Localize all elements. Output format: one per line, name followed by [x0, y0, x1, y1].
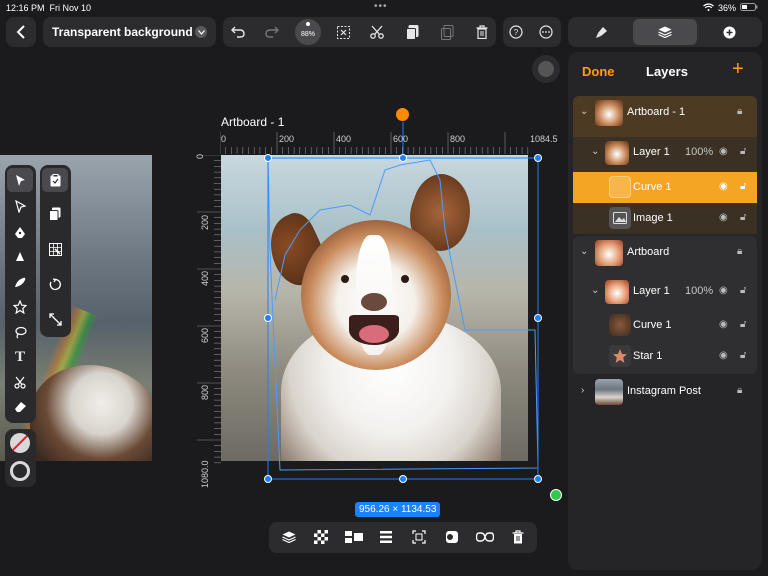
eye-icon[interactable]: ◉ — [719, 350, 728, 361]
done-button[interactable]: Done — [582, 64, 615, 79]
unlock-icon[interactable]: 🔓︎ — [740, 181, 746, 192]
eye-icon[interactable]: ◉ — [719, 319, 728, 330]
layer-row-artboard-1[interactable]: ⌄ Artboard - 1 🔒︎ — [573, 98, 757, 128]
layer-name: Layer 1 — [633, 146, 670, 158]
unlock-icon[interactable]: 🔓︎ — [740, 350, 746, 361]
rotate-handle[interactable] — [396, 108, 409, 121]
resize-handle-top-right[interactable] — [534, 154, 542, 162]
chevron-down-icon[interactable]: ⌄ — [591, 146, 599, 157]
layer-name: Star 1 — [633, 350, 663, 362]
distribute-icon[interactable] — [375, 526, 397, 548]
fit-frame-icon[interactable] — [408, 526, 430, 548]
layer-thumbnail — [609, 314, 631, 336]
layer-thumbnail — [595, 100, 623, 126]
layer-name: Image 1 — [633, 212, 673, 224]
eye-icon[interactable]: ◉ — [719, 285, 728, 296]
layer-row-instagram-post[interactable]: › Instagram Post 🔒︎ — [573, 377, 757, 407]
align-icon[interactable] — [343, 526, 365, 548]
link-icon[interactable] — [474, 526, 496, 548]
unlock-icon[interactable]: 🔓︎ — [740, 146, 746, 157]
layer-row-curve-1-selected[interactable]: Curve 1 ◉ 🔓︎ — [573, 172, 757, 203]
chevron-down-icon[interactable]: ⌄ — [580, 106, 588, 117]
layer-thumbnail — [605, 141, 629, 165]
lock-icon[interactable]: 🔒︎ — [737, 106, 742, 117]
layer-thumbnail — [595, 240, 623, 266]
layer-row-layer-1[interactable]: ⌄ Layer 1 100% ◉ 🔓︎ — [573, 138, 757, 168]
layer-row-layer-1-b[interactable]: ⌄ Layer 1 100% ◉ 🔓︎ — [573, 277, 757, 307]
layer-row-star-1[interactable]: Star 1 ◉ 🔓︎ — [573, 342, 757, 372]
resize-handle-bottom[interactable] — [399, 475, 407, 483]
layer-thumbnail — [609, 176, 631, 198]
image-icon — [613, 212, 627, 224]
layer-opacity[interactable]: 100% — [685, 285, 713, 297]
layer-thumbnail — [609, 207, 631, 229]
layer-opacity[interactable]: 100% — [685, 146, 713, 158]
unlock-icon[interactable]: 🔓︎ — [740, 212, 746, 223]
layer-row-image-1[interactable]: Image 1 ◉ 🔓︎ — [573, 204, 757, 234]
eye-icon[interactable]: ◉ — [719, 212, 728, 223]
layer-name: Artboard - 1 — [627, 106, 686, 118]
transparency-grid-icon[interactable] — [310, 526, 332, 548]
eye-icon[interactable]: ◉ — [719, 146, 728, 157]
mask-icon[interactable] — [441, 526, 463, 548]
layer-thumbnail — [605, 280, 629, 304]
lock-icon[interactable]: 🔒︎ — [737, 246, 742, 257]
unlock-icon[interactable]: 🔓︎ — [740, 319, 746, 330]
arrange-layers-icon[interactable] — [278, 526, 300, 548]
resize-handle-bottom-right[interactable] — [534, 475, 542, 483]
skew-handle[interactable] — [550, 489, 562, 501]
star-icon — [613, 349, 627, 363]
unlock-icon[interactable]: 🔓︎ — [740, 285, 746, 296]
context-toolbar — [269, 522, 537, 553]
delete-icon[interactable] — [507, 526, 529, 548]
layer-name: Instagram Post — [627, 385, 701, 397]
chevron-down-icon[interactable]: ⌄ — [580, 246, 588, 257]
layer-name: Curve 1 — [633, 181, 672, 193]
chevron-right-icon[interactable]: › — [581, 385, 584, 396]
add-layer-button[interactable]: + — [732, 58, 744, 81]
resize-handle-top[interactable] — [399, 154, 407, 162]
dimension-badge: 956.26 × 1134.53 — [355, 502, 441, 517]
curve-path[interactable] — [267, 157, 539, 471]
resize-handle-right[interactable] — [534, 314, 542, 322]
layer-name: Curve 1 — [633, 319, 672, 331]
selection-bounding-box — [267, 157, 539, 480]
panel-title: Layers — [646, 64, 688, 79]
lock-icon[interactable]: 🔒︎ — [737, 385, 742, 396]
eye-icon[interactable]: ◉ — [719, 181, 728, 192]
layer-name: Artboard — [627, 246, 670, 258]
resize-handle-top-left[interactable] — [264, 154, 272, 162]
resize-handle-bottom-left[interactable] — [264, 475, 272, 483]
layer-thumbnail — [609, 345, 631, 367]
layer-name: Layer 1 — [633, 285, 670, 297]
layer-thumbnail — [595, 379, 623, 405]
layer-row-artboard[interactable]: ⌄ Artboard 🔒︎ — [573, 238, 757, 268]
chevron-down-icon[interactable]: ⌄ — [591, 285, 599, 296]
layer-row-curve-1-b[interactable]: Curve 1 ◉ 🔓︎ — [573, 311, 757, 341]
resize-handle-left[interactable] — [264, 314, 272, 322]
